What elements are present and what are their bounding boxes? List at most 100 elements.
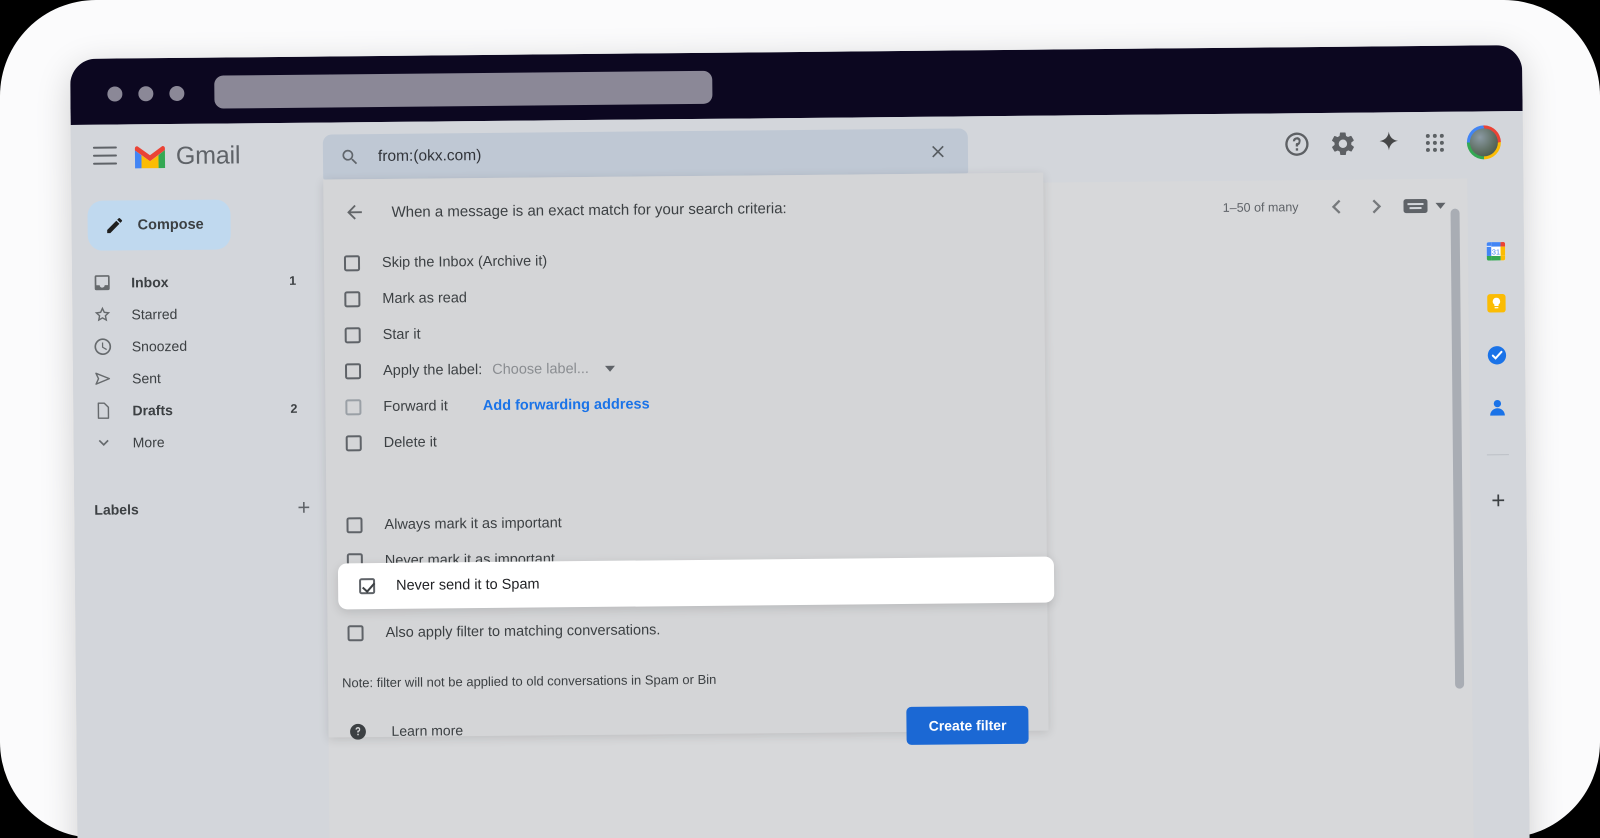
chevron-right-icon[interactable]: [1362, 192, 1390, 220]
sidebar: Compose Inbox 1 Starred Snoozed Sent Dra…: [71, 190, 330, 838]
pencil-icon: [107, 218, 123, 234]
sidebar-item-inbox[interactable]: Inbox 1: [72, 265, 310, 299]
gmail-logo[interactable]: Gmail: [133, 141, 241, 171]
filter-note: Note: filter will not be applied to old …: [341, 671, 717, 691]
close-icon[interactable]: [928, 141, 948, 161]
browser-window: Gmail from:(okx.com) 1–50 of many Compos…: [70, 45, 1530, 838]
chevron-down-icon[interactable]: [604, 365, 615, 372]
sidebar-item-label: Snoozed: [131, 337, 188, 355]
sidebar-item-label: Drafts: [132, 401, 173, 419]
filter-option-label: Never send it to Spam: [396, 576, 540, 594]
main-menu-icon[interactable]: [92, 146, 118, 165]
filter-option-label: Star it: [382, 326, 421, 343]
gmail-app: Gmail from:(okx.com) 1–50 of many Compos…: [70, 111, 1530, 838]
filter-option-never-send-to-spam[interactable]: Never send it to Spam: [337, 556, 1055, 610]
filter-dialog-footer: Learn more Create filter: [328, 705, 1048, 751]
sparkle-icon[interactable]: [1375, 129, 1403, 157]
labels-section-header: Labels +: [74, 492, 326, 526]
sidebar-nav: Inbox 1 Starred Snoozed Sent Drafts 2 Mo…: [72, 265, 326, 459]
compose-button[interactable]: Compose: [87, 199, 231, 251]
filter-dialog: When a message is an exact match for you…: [323, 172, 1055, 745]
sidebar-item-snoozed[interactable]: Snoozed: [73, 329, 311, 363]
checkbox[interactable]: [345, 399, 362, 416]
chevron-down-icon: [1435, 202, 1446, 209]
arrow-left-icon[interactable]: [343, 201, 365, 223]
sidebar-item-drafts[interactable]: Drafts 2: [73, 393, 311, 427]
gear-icon[interactable]: [1329, 130, 1357, 158]
checkbox[interactable]: [344, 363, 362, 380]
gmail-m-icon: [134, 145, 166, 168]
sidebar-item-label: More: [132, 434, 165, 451]
side-rail: 31 +: [1467, 178, 1530, 838]
compose-label: Compose: [137, 216, 204, 234]
checkbox[interactable]: [359, 578, 376, 595]
sidebar-item-starred[interactable]: Starred: [72, 297, 310, 331]
topbar-icons: [1283, 125, 1502, 161]
label-select-value[interactable]: Choose label...: [492, 361, 589, 378]
list-header: 1–50 of many: [1223, 192, 1446, 222]
filter-option-label: Apply the label:: [382, 362, 483, 379]
sidebar-item-label: Sent: [132, 370, 161, 387]
rail-divider: [1486, 454, 1509, 456]
checkbox[interactable]: [344, 291, 361, 308]
search-bar[interactable]: from:(okx.com): [322, 128, 969, 180]
screenshot-root: Gmail from:(okx.com) 1–50 of many Compos…: [0, 0, 1600, 838]
clock-icon: [94, 338, 112, 356]
sidebar-item-more[interactable]: More: [74, 425, 312, 459]
create-filter-button[interactable]: Create filter: [906, 705, 1029, 745]
pagination-count: 1–50 of many: [1222, 200, 1299, 215]
sidebar-item-sent[interactable]: Sent: [73, 361, 311, 395]
filter-option-apply-to-matching[interactable]: Also apply filter to matching conversati…: [327, 609, 1047, 652]
filter-option-label: Always mark it as important: [384, 515, 562, 533]
gmail-wordmark: Gmail: [175, 141, 241, 170]
draft-icon: [97, 402, 110, 419]
inbox-icon: [94, 275, 110, 291]
chevron-down-icon: [98, 439, 109, 446]
input-tools-button[interactable]: [1402, 197, 1446, 215]
add-forwarding-address-link[interactable]: Add forwarding address: [483, 396, 650, 414]
chevron-left-icon[interactable]: [1322, 193, 1350, 221]
google-contacts-icon[interactable]: [1486, 396, 1508, 418]
filter-option-label: Mark as read: [382, 290, 468, 307]
google-tasks-icon[interactable]: [1486, 344, 1508, 366]
checkbox[interactable]: [344, 327, 361, 344]
labels-title: Labels: [94, 501, 139, 518]
filter-dialog-header: When a message is an exact match for you…: [323, 173, 1044, 246]
keyboard-icon: [1403, 198, 1428, 214]
avatar[interactable]: [1466, 125, 1502, 160]
google-keep-icon[interactable]: [1485, 292, 1507, 314]
learn-more-link[interactable]: Learn more: [391, 722, 463, 739]
help-circle-icon[interactable]: [348, 722, 367, 741]
search-input[interactable]: from:(okx.com): [378, 142, 928, 165]
sidebar-item-label: Inbox: [131, 274, 169, 291]
close-dot[interactable]: [107, 86, 123, 102]
apps-grid-icon[interactable]: [1421, 129, 1449, 157]
send-icon: [95, 372, 111, 385]
filter-option-label: Skip the Inbox (Archive it): [381, 253, 548, 271]
minimize-dot[interactable]: [138, 86, 154, 102]
sidebar-item-count: 2: [290, 401, 298, 416]
scrollbar-thumb[interactable]: [1450, 208, 1465, 689]
scrollbar-track[interactable]: [1450, 208, 1466, 838]
filter-dialog-title: When a message is an exact match for you…: [391, 199, 787, 221]
checkbox[interactable]: [347, 625, 364, 642]
filter-option-label: Forward it: [383, 398, 448, 415]
google-calendar-icon[interactable]: 31: [1485, 240, 1507, 262]
rail-add-icon[interactable]: +: [1491, 487, 1505, 514]
checkbox[interactable]: [346, 517, 363, 534]
maximize-dot[interactable]: [169, 85, 185, 102]
address-bar[interactable]: [214, 70, 713, 109]
checkbox[interactable]: [343, 255, 361, 272]
star-icon: [94, 306, 111, 322]
filter-option-label: Delete it: [383, 434, 438, 451]
help-icon[interactable]: [1283, 130, 1311, 158]
plus-icon[interactable]: +: [297, 495, 310, 520]
svg-text:31: 31: [1492, 247, 1500, 256]
sidebar-item-count: 1: [289, 273, 297, 288]
sidebar-item-label: Starred: [131, 305, 178, 323]
search-icon: [342, 149, 358, 164]
filter-option-label: Also apply filter to matching conversati…: [385, 622, 661, 641]
filter-option-delete-it[interactable]: Delete it: [326, 419, 1046, 462]
checkbox[interactable]: [345, 435, 362, 452]
avatar-image: [1469, 128, 1499, 157]
